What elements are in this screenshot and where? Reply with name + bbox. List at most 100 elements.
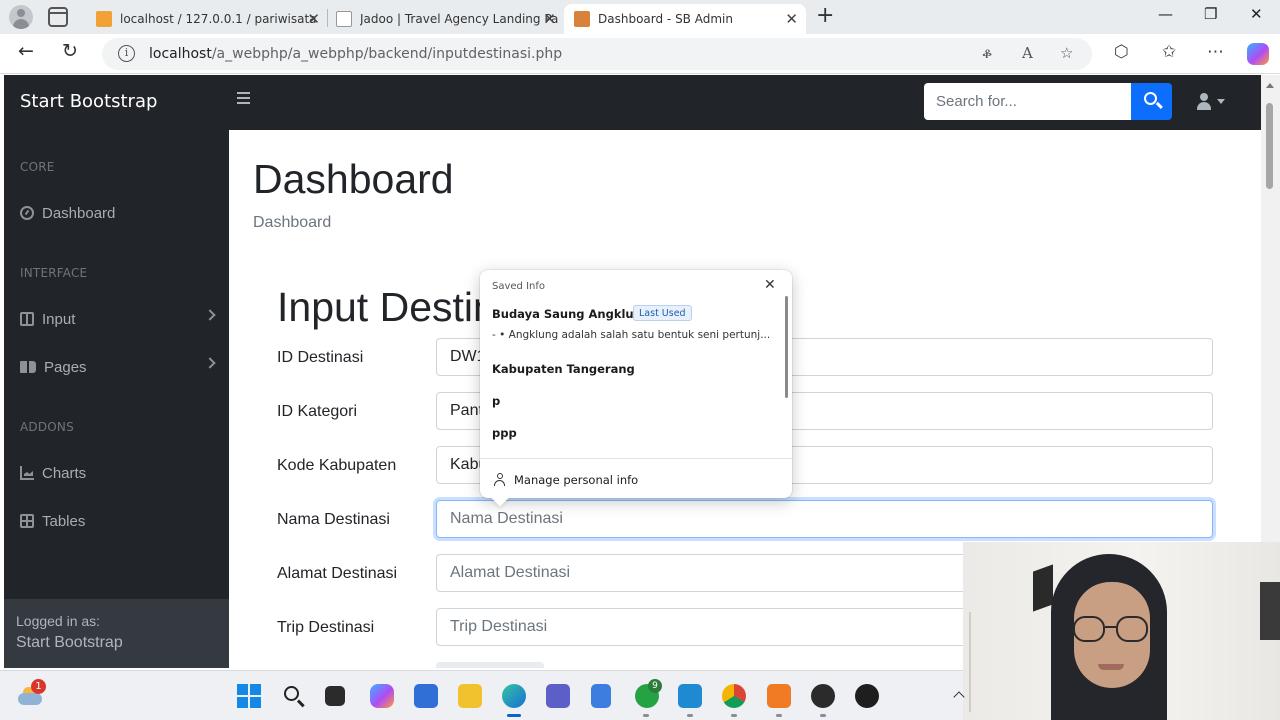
sidebar-item-label: Charts (42, 464, 87, 482)
close-tab-icon[interactable]: ✕ (543, 10, 556, 28)
translate-icon[interactable]: ቆ (982, 44, 992, 62)
user-icon-body (1197, 102, 1211, 110)
favorite-icon[interactable]: ☆ (1060, 44, 1073, 62)
show-hidden-icons-chevron-icon[interactable] (953, 691, 965, 703)
person-smile (1098, 664, 1124, 670)
scroll-up-icon[interactable] (1266, 83, 1274, 88)
weather-notification-badge: 1 (31, 679, 46, 694)
brand-link[interactable]: Start Bootstrap (20, 91, 157, 112)
notepad-icon[interactable] (591, 684, 611, 708)
autofill-suggestion[interactable]: Budaya Saung Angklung (492, 307, 650, 321)
obs-icon[interactable] (811, 684, 835, 708)
read-aloud-icon[interactable]: A (1022, 44, 1033, 62)
chrome-icon[interactable] (722, 684, 746, 708)
phpmyadmin-favicon-icon (96, 11, 112, 27)
vscode-running-indicator (687, 714, 693, 717)
scrollbar-thumb[interactable] (1266, 103, 1273, 189)
user-dropdown[interactable] (1197, 93, 1231, 113)
favorites-bar-icon[interactable]: ✩ (1162, 42, 1176, 62)
refresh-icon[interactable]: ↻ (62, 40, 78, 62)
close-tab-icon[interactable]: ✕ (785, 10, 798, 28)
tab-phpmyadmin[interactable]: localhost / 127.0.0.1 / pariwisata / ✕ (86, 4, 328, 34)
nama-destinasi-input[interactable] (436, 500, 1213, 538)
close-tab-icon[interactable]: ✕ (307, 10, 320, 28)
tab-title: Dashboard - SB Admin (598, 12, 733, 26)
profile-avatar-icon[interactable] (9, 5, 33, 29)
sidebar-item-pages[interactable]: Pages (20, 355, 220, 379)
last-used-badge: Last Used (633, 305, 692, 321)
chart-area-icon (20, 466, 34, 480)
sidebar-item-charts[interactable]: Charts (20, 461, 220, 485)
manage-personal-info-link[interactable]: Manage personal info (514, 473, 638, 487)
tab-actions-icon[interactable] (48, 7, 68, 27)
search-input[interactable] (924, 83, 1131, 120)
search-icon (1144, 92, 1157, 105)
gauge-icon (20, 206, 34, 220)
edge-active-indicator (507, 714, 521, 717)
field-label-trip-destinasi: Trip Destinasi (277, 619, 375, 636)
start-icon[interactable] (237, 684, 261, 708)
file-choose-button[interactable] (436, 662, 544, 668)
tab-title: Jadoo | Travel Agency Landing Pa (360, 12, 559, 26)
sb-admin-favicon-icon (574, 11, 590, 27)
teams-icon[interactable] (546, 684, 570, 708)
close-icon[interactable]: ✕ (764, 277, 776, 293)
autofill-suggestion[interactable]: ppp (492, 426, 517, 440)
logged-in-label: Logged in as: (16, 613, 101, 629)
minimize-icon[interactable]: — (1158, 5, 1173, 23)
xampp-icon[interactable] (767, 684, 791, 708)
webcam-overlay (963, 542, 1280, 720)
logged-in-user: Start Bootstrap (16, 634, 123, 651)
more-icon[interactable]: ⋯ (1207, 42, 1224, 62)
copilot-icon[interactable] (370, 684, 394, 708)
task-view-icon[interactable] (325, 686, 345, 706)
popup-scrollbar[interactable] (785, 296, 788, 398)
sidebar-item-tables[interactable]: Tables (20, 509, 220, 533)
glasses-lens-left (1073, 616, 1105, 642)
sidebar-item-input[interactable]: Input (20, 307, 220, 331)
search-icon[interactable] (282, 684, 306, 708)
mail-icon[interactable] (414, 684, 438, 708)
autofill-header: Saved Info (492, 281, 545, 292)
url-field[interactable]: i localhost/a_webphp/a_webphp/backend/in… (102, 38, 1092, 70)
field-label-kode-kabupaten: Kode Kabupaten (277, 457, 397, 474)
glasses-bridge (1105, 626, 1116, 628)
whatsapp-badge: 9 (648, 679, 662, 693)
url-text: localhost/a_webphp/a_webphp/backend/inpu… (149, 46, 562, 62)
autofill-suggestion[interactable]: Kabupaten Tangerang (492, 362, 635, 376)
windows-taskbar: 1 9 (0, 670, 965, 720)
sidebar-heading-addons: ADDONS (20, 420, 74, 434)
close-window-icon[interactable]: ✕ (1250, 5, 1263, 23)
new-tab-icon[interactable]: + (816, 3, 834, 28)
copilot-icon[interactable] (1247, 43, 1269, 65)
tab-jadoo[interactable]: Jadoo | Travel Agency Landing Pa ✕ (326, 4, 564, 34)
url-host: localhost (149, 46, 212, 62)
caret-down-icon (1217, 99, 1225, 104)
chevron-right-icon (204, 309, 216, 321)
tab-sb-admin[interactable]: Dashboard - SB Admin ✕ (564, 4, 806, 34)
info-icon[interactable]: i (118, 45, 135, 62)
back-icon[interactable]: ← (18, 40, 34, 62)
chevron-right-icon (204, 357, 216, 369)
book-icon (20, 361, 36, 373)
field-label-id-destinasi: ID Destinasi (277, 349, 364, 366)
obs-running-indicator (820, 714, 826, 717)
search-button[interactable] (1131, 83, 1172, 120)
chrome-running-indicator (731, 714, 737, 717)
autofill-suggestion[interactable]: p (492, 394, 500, 408)
restore-icon[interactable]: ❐ (1204, 5, 1217, 23)
user-icon (1200, 93, 1208, 101)
sidebar-item-dashboard[interactable]: Dashboard (20, 201, 220, 225)
file-explorer-icon[interactable] (458, 684, 482, 708)
popup-divider (480, 458, 792, 459)
field-label-id-kategori: ID Kategori (277, 403, 358, 420)
background-lamp (969, 612, 993, 712)
edge-icon[interactable] (502, 684, 526, 708)
vscode-icon[interactable] (678, 684, 702, 708)
extensions-icon[interactable]: ⬡ (1114, 42, 1129, 62)
autofill-suggestion-detail[interactable]: - • Angklung adalah salah satu bentuk se… (492, 329, 774, 341)
field-label-alamat-destinasi: Alamat Destinasi (277, 565, 398, 582)
media-player-icon[interactable] (855, 684, 879, 708)
top-navbar: Start Bootstrap (4, 75, 1261, 130)
sidebar-toggle-icon[interactable] (237, 92, 250, 107)
